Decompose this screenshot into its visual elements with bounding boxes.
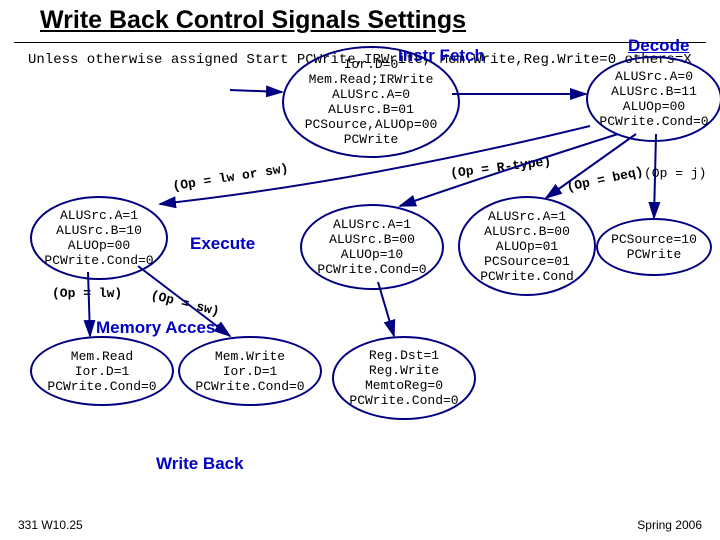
edge-sw: (Op = sw) (149, 288, 221, 320)
edge-lw: (Op = lw) (52, 286, 122, 301)
edge-lw-or-sw: (Op = lw or sw) (172, 161, 290, 194)
state-exec-j: PCSource=10 PCWrite (596, 218, 712, 276)
state-decode: ALUSrc.A=0 ALUSrc.B=11 ALUOp=00 PCWrite.… (586, 56, 720, 142)
label-wb: Write Back (156, 454, 244, 474)
state-exec-r: ALUSrc.A=1 ALUSrc.B=00 ALUOp=10 PCWrite.… (300, 204, 444, 290)
label-decode: Decode (628, 36, 689, 56)
state-mem-read: Mem.Read Ior.D=1 PCWrite.Cond=0 (30, 336, 174, 406)
edge-rtype: (Op = R-type) (449, 154, 551, 181)
state-mem-write: Mem.Write Ior.D=1 PCWrite.Cond=0 (178, 336, 322, 406)
label-execute: Execute (190, 234, 255, 254)
diagram-stage: Write Back Control Signals Settings Unle… (0, 0, 720, 540)
footer-left: 331 W10.25 (18, 518, 83, 532)
edge-j: (Op = j) (644, 166, 706, 181)
state-exec-mem: ALUSrc.A=1 ALUSrc.B=10 ALUOp=00 PCWrite.… (30, 196, 168, 280)
footer-right: Spring 2006 (637, 518, 702, 532)
divider (14, 42, 706, 43)
state-wb-r: Reg.Dst=1 Reg.Write MemtoReg=0 PCWrite.C… (332, 336, 476, 420)
label-memacc: Memory Access (96, 318, 225, 338)
edge-beq: (Op = beq) (565, 164, 644, 195)
page-title: Write Back Control Signals Settings (40, 6, 466, 35)
state-exec-beq: ALUSrc.A=1 ALUSrc.B=00 ALUOp=01 PCSource… (458, 196, 596, 296)
state-fetch: Ior.D=0 Mem.Read;IRWrite ALUSrc.A=0 ALUs… (282, 46, 460, 158)
